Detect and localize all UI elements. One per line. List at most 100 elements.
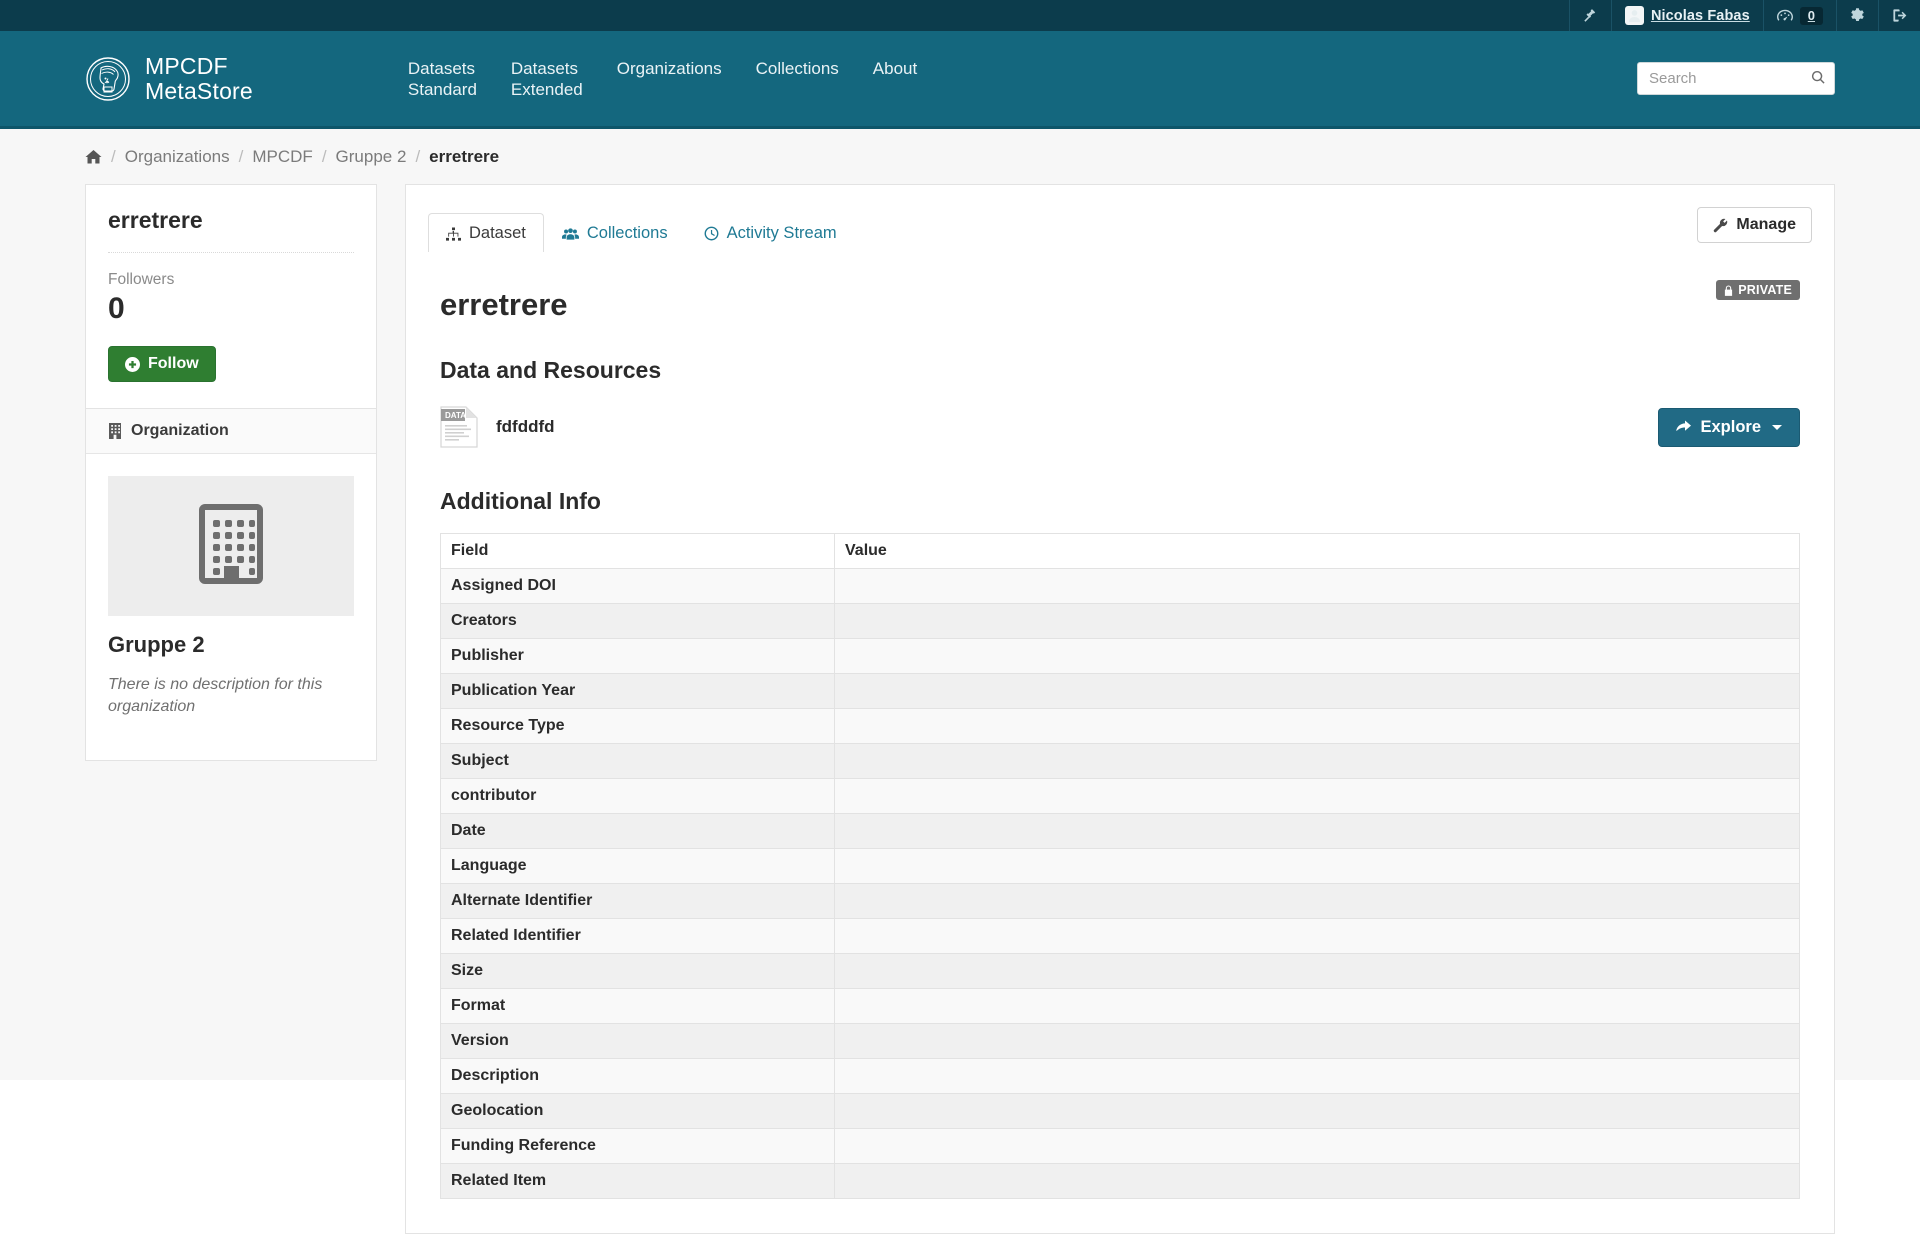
page-title: erretrere — [440, 287, 568, 322]
breadcrumb-item-organizations[interactable]: Organizations — [125, 147, 230, 167]
clock-icon — [704, 226, 719, 241]
organization-description: There is no description for this organiz… — [108, 676, 323, 715]
status-badge: PRIVATE — [1716, 280, 1800, 300]
user-account-link[interactable]: Nicolas Fabas — [1610, 0, 1763, 31]
followers-count: 0 — [108, 292, 125, 325]
lock-icon — [1724, 284, 1733, 296]
sysadmin-link[interactable] — [1568, 0, 1611, 31]
gavel-icon — [1583, 8, 1598, 23]
table-row: Subject — [440, 743, 1800, 779]
resource-name[interactable]: fdfddfd — [496, 417, 555, 437]
tab-dataset[interactable]: Dataset — [428, 213, 544, 253]
table-cell-field: Date — [440, 813, 835, 849]
sidebar-dataset-title: erretrere — [108, 207, 203, 233]
breadcrumb-item-gruppe-2[interactable]: Gruppe 2 — [336, 147, 407, 167]
tab-activity-stream-label: Activity Stream — [726, 224, 837, 242]
building-placeholder-icon — [194, 503, 268, 590]
table-header-row: Field Value — [440, 533, 1800, 569]
chevron-down-icon — [1772, 424, 1782, 430]
nav-item-collections[interactable]: Collections — [756, 58, 839, 79]
dataset-summary-module: erretrere Followers 0 Follow — [85, 184, 377, 409]
table-cell-field: Funding Reference — [440, 1128, 835, 1164]
column-header-value: Value — [834, 533, 1800, 569]
breadcrumb-item-current: erretrere — [429, 146, 500, 166]
table-cell-value — [834, 708, 1800, 744]
breadcrumb-item-mpcdf[interactable]: MPCDF — [252, 147, 312, 167]
breadcrumb-separator: / — [238, 146, 244, 166]
gear-icon — [1850, 8, 1865, 23]
table-cell-value — [834, 1058, 1800, 1094]
explore-button[interactable]: Explore — [1658, 407, 1800, 447]
table-row: Date — [440, 813, 1800, 849]
dashboard-icon — [1776, 9, 1793, 23]
table-cell-field: contributor — [440, 778, 835, 814]
nav-item-organizations[interactable]: Organizations — [617, 58, 722, 79]
additional-info-table: Field Value Assigned DOI Creators Publishe… — [440, 533, 1800, 1199]
table-cell-value — [834, 603, 1800, 639]
table-cell-field: Size — [440, 953, 835, 989]
main-content: Dataset Collections Activity Stream Mana… — [405, 184, 1835, 1234]
column-header-field: Field — [440, 533, 835, 569]
table-row: Resource Type — [440, 708, 1800, 744]
site-header: MPCDF MetaStore Datasets Standard Datase… — [0, 31, 1920, 129]
table-cell-value — [834, 743, 1800, 779]
divider — [108, 252, 354, 253]
table-cell-value — [834, 568, 1800, 604]
table-row: Publisher — [440, 638, 1800, 674]
wrench-icon — [1713, 218, 1728, 233]
sitemap-icon — [446, 226, 461, 241]
nav-item-datasets-standard[interactable]: Datasets Standard — [408, 58, 477, 100]
logout-link[interactable] — [1878, 0, 1920, 31]
tab-bar: Dataset Collections Activity Stream Mana… — [405, 184, 1835, 253]
table-cell-value — [834, 1163, 1800, 1199]
table-cell-field: Creators — [440, 603, 835, 639]
manage-button[interactable]: Manage — [1697, 207, 1812, 243]
table-row: Version — [440, 1023, 1800, 1059]
nav-item-about[interactable]: About — [873, 58, 917, 79]
home-icon — [85, 149, 102, 165]
breadcrumb-home-link[interactable] — [85, 149, 102, 165]
table-row: contributor — [440, 778, 1800, 814]
logout-icon — [1892, 8, 1907, 23]
data-file-icon: DATA — [440, 406, 478, 448]
resource-item[interactable]: DATA fdfddfd Explore — [440, 402, 1800, 454]
settings-link[interactable] — [1836, 0, 1878, 31]
table-cell-field: Assigned DOI — [440, 568, 835, 604]
table-row: Publication Year — [440, 673, 1800, 709]
table-row: Geolocation — [440, 1093, 1800, 1129]
tab-collections[interactable]: Collections — [544, 213, 686, 253]
page-body: erretrere Followers 0 Follow Organizatio… — [0, 184, 1920, 1234]
additional-info-heading: Additional Info — [440, 488, 601, 514]
mpg-minerva-logo-icon — [85, 56, 131, 102]
sidebar: erretrere Followers 0 Follow Organizatio… — [85, 184, 377, 1234]
organization-image — [108, 476, 354, 616]
dataset-panel: erretrere PRIVATE Data and Resources DAT… — [405, 252, 1835, 1234]
table-cell-value — [834, 813, 1800, 849]
table-cell-field: Version — [440, 1023, 835, 1059]
table-cell-field: Description — [440, 1058, 835, 1094]
table-cell-value — [834, 778, 1800, 814]
table-row: Creators — [440, 603, 1800, 639]
manage-button-label: Manage — [1736, 216, 1796, 233]
follow-button[interactable]: Follow — [108, 346, 216, 382]
site-logo-link[interactable]: MPCDF MetaStore — [85, 53, 253, 104]
svg-text:DATA: DATA — [445, 411, 466, 420]
tab-activity-stream[interactable]: Activity Stream — [686, 213, 855, 253]
tab-dataset-label: Dataset — [469, 224, 526, 242]
table-cell-field: Related Identifier — [440, 918, 835, 954]
table-cell-field: Publication Year — [440, 673, 835, 709]
nav-item-datasets-extended[interactable]: Datasets Extended — [511, 58, 583, 100]
table-cell-value — [834, 918, 1800, 954]
table-cell-field: Related Item — [440, 1163, 835, 1199]
site-search — [1637, 62, 1835, 95]
dashboard-link[interactable]: 0 — [1762, 0, 1836, 31]
table-cell-value — [834, 1128, 1800, 1164]
organization-module: Organization Gruppe 2 There is no descri… — [85, 409, 377, 761]
table-row: Alternate Identifier — [440, 883, 1800, 919]
breadcrumb: / Organizations / MPCDF / Gruppe 2 / err… — [85, 147, 499, 167]
search-button[interactable] — [1805, 65, 1832, 92]
table-cell-value — [834, 1093, 1800, 1129]
additional-info-table-body: Assigned DOI Creators Publisher Publication… — [440, 568, 1800, 1199]
table-row: Related Identifier — [440, 918, 1800, 954]
table-row: Description — [440, 1058, 1800, 1094]
